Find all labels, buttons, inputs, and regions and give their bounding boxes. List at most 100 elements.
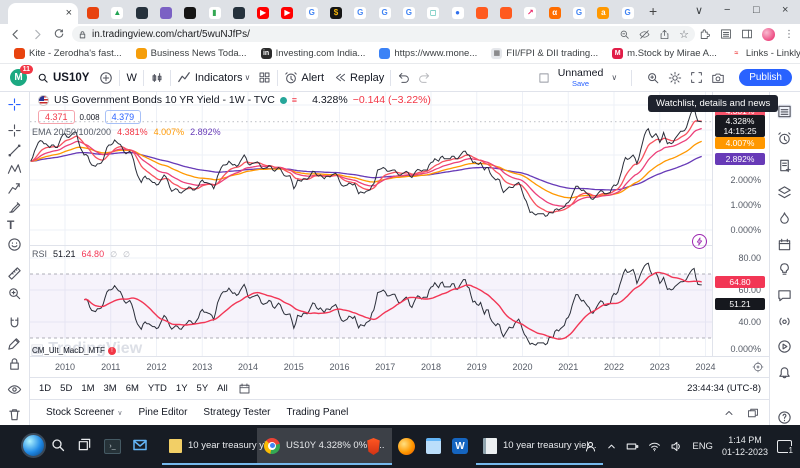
extensions-puzzle-icon[interactable]	[699, 28, 711, 40]
bookmark-item[interactable]: Business News Toda...	[136, 48, 247, 59]
videos-play-icon[interactable]	[777, 339, 792, 354]
interval-button[interactable]: W	[126, 72, 136, 84]
hotlists-flame-icon[interactable]	[777, 211, 792, 226]
browser-tab[interactable]: G	[353, 6, 367, 20]
browser-tab[interactable]: ▶	[256, 6, 270, 20]
close-tab-icon[interactable]: ×	[66, 8, 72, 19]
browser-tab[interactable]: ↗	[523, 6, 537, 20]
replay-button[interactable]: Replay	[350, 72, 384, 84]
legend-title[interactable]: US Government Bonds 10 YR Yield - 1W - T…	[54, 94, 275, 106]
browser-tab[interactable]: G	[402, 6, 416, 20]
calendar-icon[interactable]	[777, 237, 792, 252]
active-tab[interactable]: ×	[8, 3, 78, 24]
range-button-3m[interactable]: 3M	[104, 383, 117, 394]
browser-tab[interactable]	[183, 6, 197, 20]
pane-divider[interactable]	[30, 245, 712, 246]
streams-icon[interactable]	[777, 314, 792, 329]
alerts-icon[interactable]	[777, 131, 792, 146]
volume-icon[interactable]	[670, 440, 683, 453]
maximize-button[interactable]: □	[753, 4, 760, 16]
ask-value[interactable]: 4.379	[105, 110, 142, 124]
undo-icon[interactable]	[397, 71, 410, 84]
range-button-all[interactable]: All	[217, 383, 228, 394]
bookmark-item[interactable]: ≈Links - Linkly	[731, 48, 800, 59]
wifi-icon[interactable]	[648, 440, 661, 453]
browser-tab[interactable]	[232, 6, 246, 20]
snapshot-camera-icon[interactable]	[711, 71, 725, 85]
browser-tab[interactable]	[159, 6, 173, 20]
browser-tab[interactable]	[86, 6, 100, 20]
settings-gear-icon[interactable]	[668, 71, 682, 85]
zoom-in-icon[interactable]	[7, 286, 22, 301]
xabcd-pattern-icon[interactable]	[7, 162, 22, 177]
browser-tab[interactable]: G	[305, 6, 319, 20]
taskbar-search-icon[interactable]	[50, 437, 66, 453]
symbol-search-icon[interactable]	[37, 72, 49, 84]
quick-search-icon[interactable]	[646, 71, 660, 85]
word-icon[interactable]: W	[452, 438, 468, 454]
browser-tab[interactable]: G	[621, 6, 635, 20]
scroll-to-realtime-icon[interactable]	[752, 361, 764, 373]
range-button-5y[interactable]: 5Y	[197, 383, 209, 394]
emoji-icon[interactable]	[7, 237, 22, 252]
profile-avatar[interactable]	[762, 28, 775, 41]
browser-tab[interactable]: $	[329, 6, 343, 20]
drawing-lock-icon[interactable]	[7, 336, 22, 351]
brush-icon[interactable]	[7, 200, 22, 215]
eye-off-icon[interactable]	[639, 29, 650, 40]
bookmark-item[interactable]: ▦FII/FPI & DII trading...	[491, 48, 598, 59]
bookmark-item[interactable]: https://www.mone...	[379, 48, 477, 59]
chat-icon[interactable]	[777, 288, 792, 303]
range-button-6m[interactable]: 6M	[126, 383, 139, 394]
range-button-1d[interactable]: 1D	[39, 383, 51, 394]
tray-chevron-icon[interactable]	[606, 441, 617, 452]
notes-app-icon[interactable]	[426, 438, 441, 454]
chevron-down-icon[interactable]: ∨	[611, 73, 617, 82]
remove-all-icon[interactable]	[7, 407, 22, 422]
browser-tab[interactable]: ▶	[280, 6, 294, 20]
tray-clock[interactable]: 1:14 PM01-12-2023	[722, 435, 768, 458]
symbol-name[interactable]: US10Y	[53, 72, 89, 84]
main-legend[interactable]: US Government Bonds 10 YR Yield - 1W - T…	[38, 94, 431, 106]
save-link[interactable]: Save	[572, 80, 589, 88]
layout-grid-icon[interactable]	[258, 71, 271, 84]
browser-tab[interactable]: ▮	[208, 6, 222, 20]
redo-icon[interactable]	[418, 71, 431, 84]
fullscreen-icon[interactable]	[690, 71, 703, 84]
task-view-icon[interactable]	[77, 437, 92, 452]
publish-button[interactable]: Publish	[739, 69, 792, 86]
side-panel-icon[interactable]	[741, 28, 753, 40]
range-button-ytd[interactable]: YTD	[148, 383, 167, 394]
back-icon[interactable]	[9, 28, 22, 41]
alert-clock-icon[interactable]	[284, 71, 298, 85]
browser-tab[interactable]: G	[572, 6, 586, 20]
indicator-error-label[interactable]: CM_Ult_MacD_MTF!	[32, 346, 116, 355]
bookmark-item[interactable]: inInvesting.com India...	[261, 48, 366, 59]
panel-tab-stock-screener[interactable]: Stock Screener∨	[46, 407, 123, 418]
url-text[interactable]: in.tradingview.com/chart/5wuNJfPs/	[92, 29, 250, 40]
url-field[interactable]: in.tradingview.com/chart/5wuNJfPs/ ☆	[72, 26, 695, 42]
browser-tab[interactable]	[475, 6, 489, 20]
browser-tab[interactable]: ◻	[426, 6, 440, 20]
browser-tab[interactable]: a	[596, 6, 610, 20]
forward-icon[interactable]	[31, 28, 44, 41]
language-indicator[interactable]: ENG	[692, 441, 713, 452]
hide-all-icon[interactable]	[7, 382, 22, 397]
forecast-icon[interactable]	[7, 181, 22, 196]
browser-tab[interactable]: ▲	[110, 6, 124, 20]
zoom-page-icon[interactable]	[619, 29, 630, 40]
browser-menu-icon[interactable]: ⋮	[784, 29, 794, 40]
browser-tab[interactable]: α	[548, 6, 562, 20]
layout-name-button[interactable]: Unnamed Save	[558, 68, 604, 87]
boost-lightning-icon[interactable]	[692, 234, 707, 249]
clock-utc-label[interactable]: 23:44:34 (UTC-8)	[687, 383, 761, 394]
replay-icon[interactable]	[334, 71, 347, 84]
notifications-bell-icon[interactable]	[777, 365, 792, 380]
range-button-1y[interactable]: 1Y	[176, 383, 188, 394]
ema-legend[interactable]: EMA 20/50/100/200 4.381%4.007%2.892%	[32, 127, 221, 137]
close-window-button[interactable]: ×	[782, 4, 788, 16]
indicators-button[interactable]: Indicators	[195, 72, 243, 84]
user-menu-avatar[interactable]: M 11	[10, 69, 27, 86]
ideas-note-icon[interactable]	[777, 158, 792, 173]
minimize-button[interactable]: −	[724, 4, 730, 16]
